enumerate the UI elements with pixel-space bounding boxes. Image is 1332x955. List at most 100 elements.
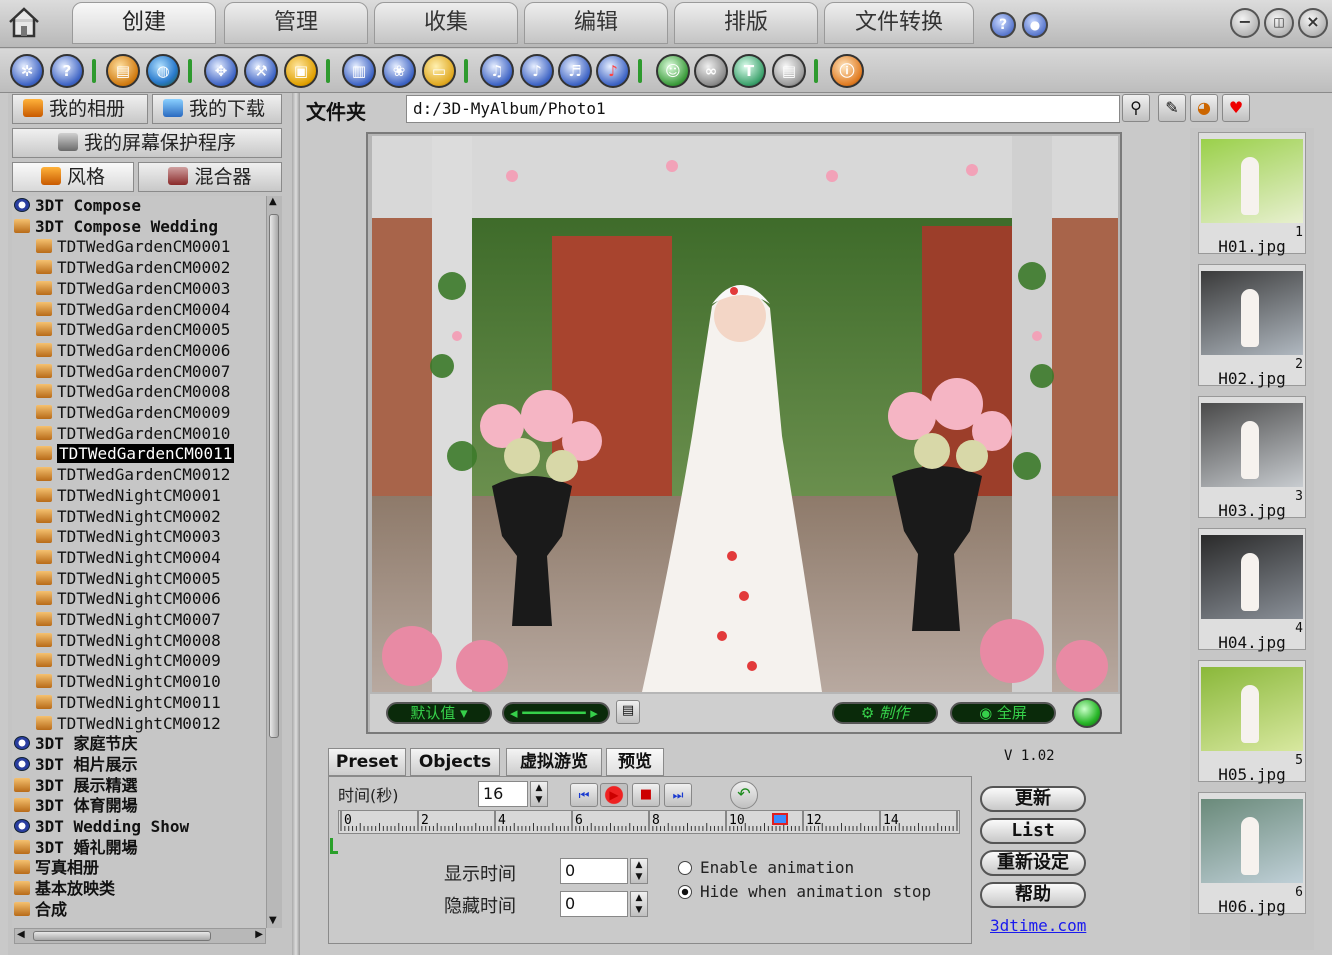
tree-item[interactable]: 3DT 婚礼開場 [14,838,138,858]
my-album-button[interactable]: 我的相册 [12,94,148,124]
settings-icon[interactable]: ● [1022,12,1048,38]
thumbnail-item[interactable]: 1 H01.jpg [1198,132,1306,256]
minimize-icon[interactable]: − [1230,8,1260,38]
tree-item[interactable]: TDTWedNightCM0012 [36,714,221,734]
tab-virtual-tour[interactable]: 虚拟游览 [506,748,602,776]
tree-item[interactable]: 基本放映类 [14,879,115,899]
tree-item[interactable]: 3DT Compose [14,196,141,216]
timeline-playhead[interactable] [771,813,788,825]
tree-horizontal-scrollbar[interactable]: ◀ ▶ [14,928,266,944]
scroll-right-arrow-icon[interactable]: ▶ [255,929,263,940]
tree-item[interactable]: 合成 [14,900,67,920]
tree-item[interactable]: TDTWedNightCM0006 [36,589,221,609]
folder-icon[interactable]: ▭ [422,54,456,88]
thumbnail-item[interactable]: 5 H05.jpg [1198,660,1306,784]
music-remove-icon[interactable]: ♪ [596,54,630,88]
tree-item[interactable]: 3DT 体育開場 [14,796,138,816]
tree-item[interactable]: TDTWedGardenCM0003 [36,279,230,299]
time-seconds-field[interactable]: 16 [478,781,528,807]
scroll-up-arrow-icon[interactable]: ▲ [269,196,277,207]
tree-item[interactable]: TDTWedGardenCM0004 [36,300,230,320]
palette-icon[interactable]: ◕ [1190,94,1218,122]
tab-objects[interactable]: Objects [410,748,500,776]
volume-slider[interactable]: ◂ ━━━━━━━ ▸ [502,702,610,724]
pencil-icon[interactable]: ✎ [1158,94,1186,122]
tree-item[interactable]: TDTWedGardenCM0011 [36,444,235,464]
tree-item[interactable]: 3DT Wedding Show [14,817,189,837]
tree-item[interactable]: TDTWedNightCM0009 [36,651,221,671]
tree-item[interactable]: TDTWedGardenCM0008 [36,382,230,402]
show-time-field[interactable]: 0 [560,858,628,884]
fast-forward-icon[interactable]: ⏭ [664,783,692,807]
gear-icon[interactable]: ✲ [10,54,44,88]
book-icon[interactable]: ▥ [342,54,376,88]
list-button[interactable]: List [980,818,1086,844]
tab-file-convert[interactable]: 文件转换 [824,2,974,44]
restore-icon[interactable]: ◫ [1264,8,1294,38]
window-icon[interactable]: ▤ [772,54,806,88]
default-preset-dropdown[interactable]: 默认值 ▾ [386,702,492,724]
make-button[interactable]: ⚙ 制作 [832,702,938,724]
update-button[interactable]: 更新 [980,786,1086,812]
scroll-thumb[interactable] [269,214,279,738]
tree-item[interactable]: TDTWedGardenCM0009 [36,403,230,423]
enable-animation-option[interactable]: Enable animation [678,858,854,877]
tree-item[interactable]: 3DT 家庭节庆 [14,734,138,754]
tree-item[interactable]: TDTWedNightCM0005 [36,569,221,589]
panel-divider[interactable] [292,93,300,955]
close-icon[interactable]: × [1298,8,1328,38]
tree-item[interactable]: TDTWedNightCM0002 [36,507,221,527]
heart-icon[interactable]: ♥ [1222,94,1250,122]
help-icon[interactable]: ? [50,54,84,88]
scroll-left-arrow-icon[interactable]: ◀ [17,929,25,940]
hide-when-stop-radio[interactable] [678,885,692,899]
music-add-icon[interactable]: ♪ [520,54,554,88]
tree-item[interactable]: TDTWedGardenCM0002 [36,258,230,278]
tree-item[interactable]: TDTWedNightCM0010 [36,672,221,692]
tree-item[interactable]: TDTWedNightCM0007 [36,610,221,630]
text-icon[interactable]: T [732,54,766,88]
tab-edit[interactable]: 编辑 [524,2,668,44]
photo-swirl-icon[interactable]: ❀ [382,54,416,88]
home-icon[interactable] [6,4,42,40]
hide-when-stop-option[interactable]: Hide when animation stop [678,882,931,901]
tree-item[interactable]: TDTWedGardenCM0007 [36,362,230,382]
tab-style[interactable]: 风格 [12,162,134,192]
tree-item[interactable]: TDTWedNightCM0004 [36,548,221,568]
tab-layout[interactable]: 排版 [674,2,818,44]
scroll-down-arrow-icon[interactable]: ▼ [269,915,277,926]
tree-item[interactable]: 3DT 展示精選 [14,776,138,796]
tree-item[interactable]: TDTWedNightCM0011 [36,693,221,713]
music-list-icon[interactable]: ♬ [558,54,592,88]
tree-item[interactable]: 写真相册 [14,858,99,878]
tree-item[interactable]: TDTWedGardenCM0012 [36,465,230,485]
thumbnail-item[interactable]: 4 H04.jpg [1198,528,1306,652]
my-screensaver-button[interactable]: 我的屏幕保护程序 [12,128,282,158]
rewind-icon[interactable]: ⏮ [570,783,598,807]
hide-time-stepper[interactable]: ▲ ▼ [630,891,648,917]
tree-item[interactable]: TDTWedGardenCM0001 [36,237,230,257]
tab-collect[interactable]: 收集 [374,2,518,44]
list-icon[interactable]: ▤ [616,700,640,724]
style-tree[interactable]: 3DT Compose 3DT Compose Wedding TDTWedGard… [12,196,266,928]
show-time-stepper[interactable]: ▲ ▼ [630,858,648,884]
tools-icon[interactable]: ⚒ [244,54,278,88]
undo-icon[interactable]: ↶ [730,781,758,809]
tree-vertical-scrollbar[interactable]: ▲ ▼ [266,196,282,928]
person-icon[interactable]: ☺ [656,54,690,88]
thumbnail-item[interactable]: 6 H06.jpg [1198,792,1306,916]
fullscreen-button[interactable]: ◉ 全屏 [950,702,1056,724]
tree-item[interactable]: TDTWedGardenCM0010 [36,424,230,444]
my-download-button[interactable]: 我的下载 [152,94,282,124]
album-icon[interactable]: ▤ [106,54,140,88]
film-icon[interactable]: ▣ [284,54,318,88]
thumbnail-item[interactable]: 2 H02.jpg [1198,264,1306,388]
move-icon[interactable]: ✥ [204,54,238,88]
link-icon[interactable]: ∞ [694,54,728,88]
info-icon[interactable]: ⓘ [830,54,864,88]
tab-manage[interactable]: 管理 [224,2,368,44]
tab-preset[interactable]: Preset [328,748,406,776]
time-seconds-stepper[interactable]: ▲ ▼ [530,781,548,807]
status-green-light-icon[interactable] [1072,698,1102,728]
folder-path-field[interactable]: d:/3D-MyAlbum/Photo1 [406,95,1120,123]
